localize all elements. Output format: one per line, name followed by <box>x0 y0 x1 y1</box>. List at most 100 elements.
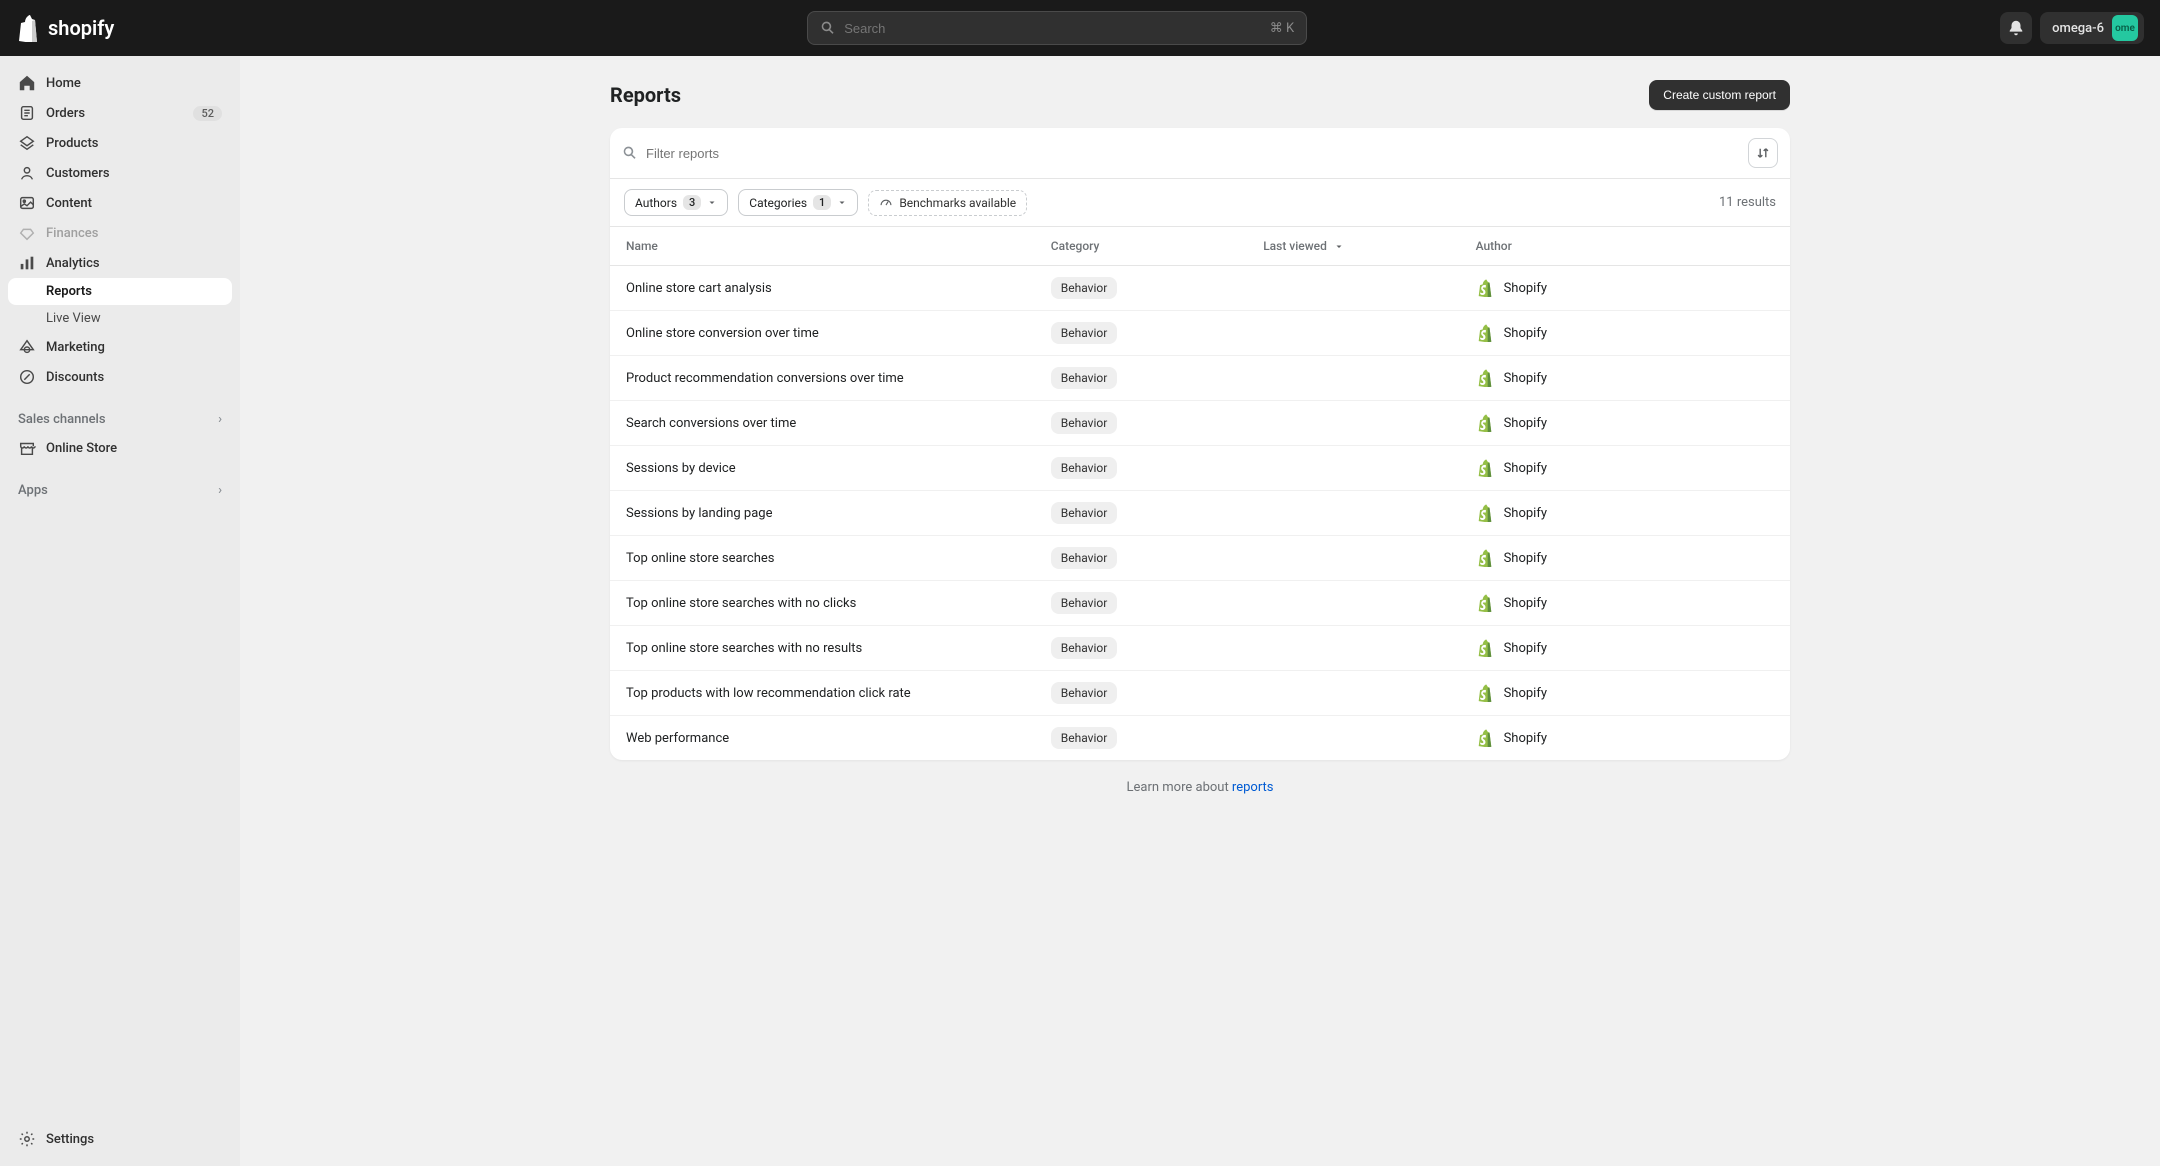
apps-header[interactable]: Apps › <box>8 477 232 504</box>
notifications-button[interactable] <box>2000 12 2032 44</box>
sidebar-item-label: Discounts <box>46 370 104 385</box>
sidebar-subitem-label: Reports <box>46 284 92 299</box>
col-category[interactable]: Category <box>1035 227 1247 266</box>
sidebar-item-content[interactable]: Content <box>8 188 232 218</box>
report-last-viewed <box>1247 626 1459 671</box>
filter-count: 3 <box>683 195 701 210</box>
filter-label: Authors <box>635 196 677 210</box>
author-name: Shopify <box>1504 281 1547 296</box>
sidebar-item-home[interactable]: Home <box>8 68 232 98</box>
authors-filter[interactable]: Authors 3 <box>624 189 728 216</box>
orders-icon <box>18 104 36 122</box>
chevron-right-icon: › <box>218 412 222 427</box>
shopify-badge-icon <box>1476 594 1494 612</box>
col-name[interactable]: Name <box>610 227 1035 266</box>
col-author[interactable]: Author <box>1460 227 1790 266</box>
report-name: Sessions by landing page <box>610 491 1035 536</box>
report-name: Top products with low recommendation cli… <box>610 671 1035 716</box>
analytics-icon <box>18 254 36 272</box>
sidebar-subitem-live-view[interactable]: Live View <box>8 305 232 332</box>
shopify-badge-icon <box>1476 369 1494 387</box>
report-name: Online store conversion over time <box>610 311 1035 356</box>
shopify-badge-icon <box>1476 504 1494 522</box>
table-row[interactable]: Top online store searches with no clicks… <box>610 581 1790 626</box>
sidebar-item-products[interactable]: Products <box>8 128 232 158</box>
report-category-cell: Behavior <box>1035 266 1247 311</box>
sidebar-item-analytics[interactable]: Analytics <box>8 248 232 278</box>
sidebar-item-online-store[interactable]: Online Store <box>8 433 232 463</box>
report-author-cell: Shopify <box>1460 401 1790 446</box>
report-author-cell: Shopify <box>1460 716 1790 761</box>
sales-channels-label: Sales channels <box>18 412 106 427</box>
category-badge: Behavior <box>1051 727 1118 749</box>
report-author-cell: Shopify <box>1460 671 1790 716</box>
reports-table: Name Category Last viewed Author Online … <box>610 227 1790 760</box>
table-row[interactable]: Sessions by landing page Behavior Shopif… <box>610 491 1790 536</box>
table-row[interactable]: Top products with low recommendation cli… <box>610 671 1790 716</box>
table-row[interactable]: Top online store searches with no result… <box>610 626 1790 671</box>
shopify-badge-icon <box>1476 414 1494 432</box>
store-switcher[interactable]: omega-6 ome <box>2040 12 2144 44</box>
shopify-badge-icon <box>1476 324 1494 342</box>
report-author-cell: Shopify <box>1460 311 1790 356</box>
results-count: 11 results <box>1719 195 1776 210</box>
col-last-viewed[interactable]: Last viewed <box>1247 227 1459 266</box>
table-row[interactable]: Search conversions over time Behavior Sh… <box>610 401 1790 446</box>
global-search[interactable]: ⌘ K <box>807 11 1307 45</box>
report-name: Top online store searches with no result… <box>610 626 1035 671</box>
sidebar-item-discounts[interactable]: Discounts <box>8 362 232 392</box>
sort-button[interactable] <box>1748 138 1778 168</box>
table-row[interactable]: Product recommendation conversions over … <box>610 356 1790 401</box>
table-row[interactable]: Web performance Behavior Shopify <box>610 716 1790 761</box>
sidebar-item-settings[interactable]: Settings <box>8 1124 232 1154</box>
global-search-input[interactable] <box>844 21 1262 36</box>
page-title: Reports <box>610 83 681 107</box>
author-name: Shopify <box>1504 686 1547 701</box>
sidebar-item-customers[interactable]: Customers <box>8 158 232 188</box>
sidebar-subitem-reports[interactable]: Reports <box>8 278 232 305</box>
search-shortcut: ⌘ K <box>1270 21 1294 36</box>
category-badge: Behavior <box>1051 277 1118 299</box>
categories-filter[interactable]: Categories 1 <box>738 189 858 216</box>
report-name: Sessions by device <box>610 446 1035 491</box>
sales-channels-header[interactable]: Sales channels › <box>8 406 232 433</box>
shopify-badge-icon <box>1476 459 1494 477</box>
benchmarks-filter[interactable]: Benchmarks available <box>868 190 1027 216</box>
filter-search-wrapper <box>622 145 1740 161</box>
category-badge: Behavior <box>1051 682 1118 704</box>
sidebar-item-orders[interactable]: Orders 52 <box>8 98 232 128</box>
report-last-viewed <box>1247 716 1459 761</box>
table-row[interactable]: Online store cart analysis Behavior Shop… <box>610 266 1790 311</box>
category-badge: Behavior <box>1051 457 1118 479</box>
avatar: ome <box>2112 15 2138 41</box>
chevron-right-icon: › <box>218 483 222 498</box>
report-last-viewed <box>1247 356 1459 401</box>
category-badge: Behavior <box>1051 412 1118 434</box>
category-badge: Behavior <box>1051 502 1118 524</box>
report-last-viewed <box>1247 401 1459 446</box>
apps-label: Apps <box>18 483 48 498</box>
store-name: omega-6 <box>2052 21 2104 36</box>
filters-row: Authors 3 Categories 1 Benchmarks availa… <box>610 179 1790 227</box>
products-icon <box>18 134 36 152</box>
filter-count: 1 <box>813 195 831 210</box>
sidebar-item-finances[interactable]: Finances <box>8 218 232 248</box>
sidebar-item-label: Online Store <box>46 441 117 456</box>
sidebar-item-label: Content <box>46 196 92 211</box>
footer-prefix: Learn more about <box>1127 780 1232 795</box>
search-icon <box>622 145 638 161</box>
finances-icon <box>18 224 36 242</box>
filter-reports-input[interactable] <box>646 146 1740 161</box>
create-custom-report-button[interactable]: Create custom report <box>1649 80 1790 110</box>
report-last-viewed <box>1247 671 1459 716</box>
category-badge: Behavior <box>1051 367 1118 389</box>
table-row[interactable]: Top online store searches Behavior Shopi… <box>610 536 1790 581</box>
sidebar-item-marketing[interactable]: Marketing <box>8 332 232 362</box>
main-content: Reports Create custom report Authors 3 <box>240 56 2160 1166</box>
report-last-viewed <box>1247 311 1459 356</box>
sidebar-item-label: Analytics <box>46 256 100 271</box>
sidebar-item-label: Products <box>46 136 98 151</box>
reports-link[interactable]: reports <box>1232 780 1274 795</box>
table-row[interactable]: Online store conversion over time Behavi… <box>610 311 1790 356</box>
table-row[interactable]: Sessions by device Behavior Shopify <box>610 446 1790 491</box>
